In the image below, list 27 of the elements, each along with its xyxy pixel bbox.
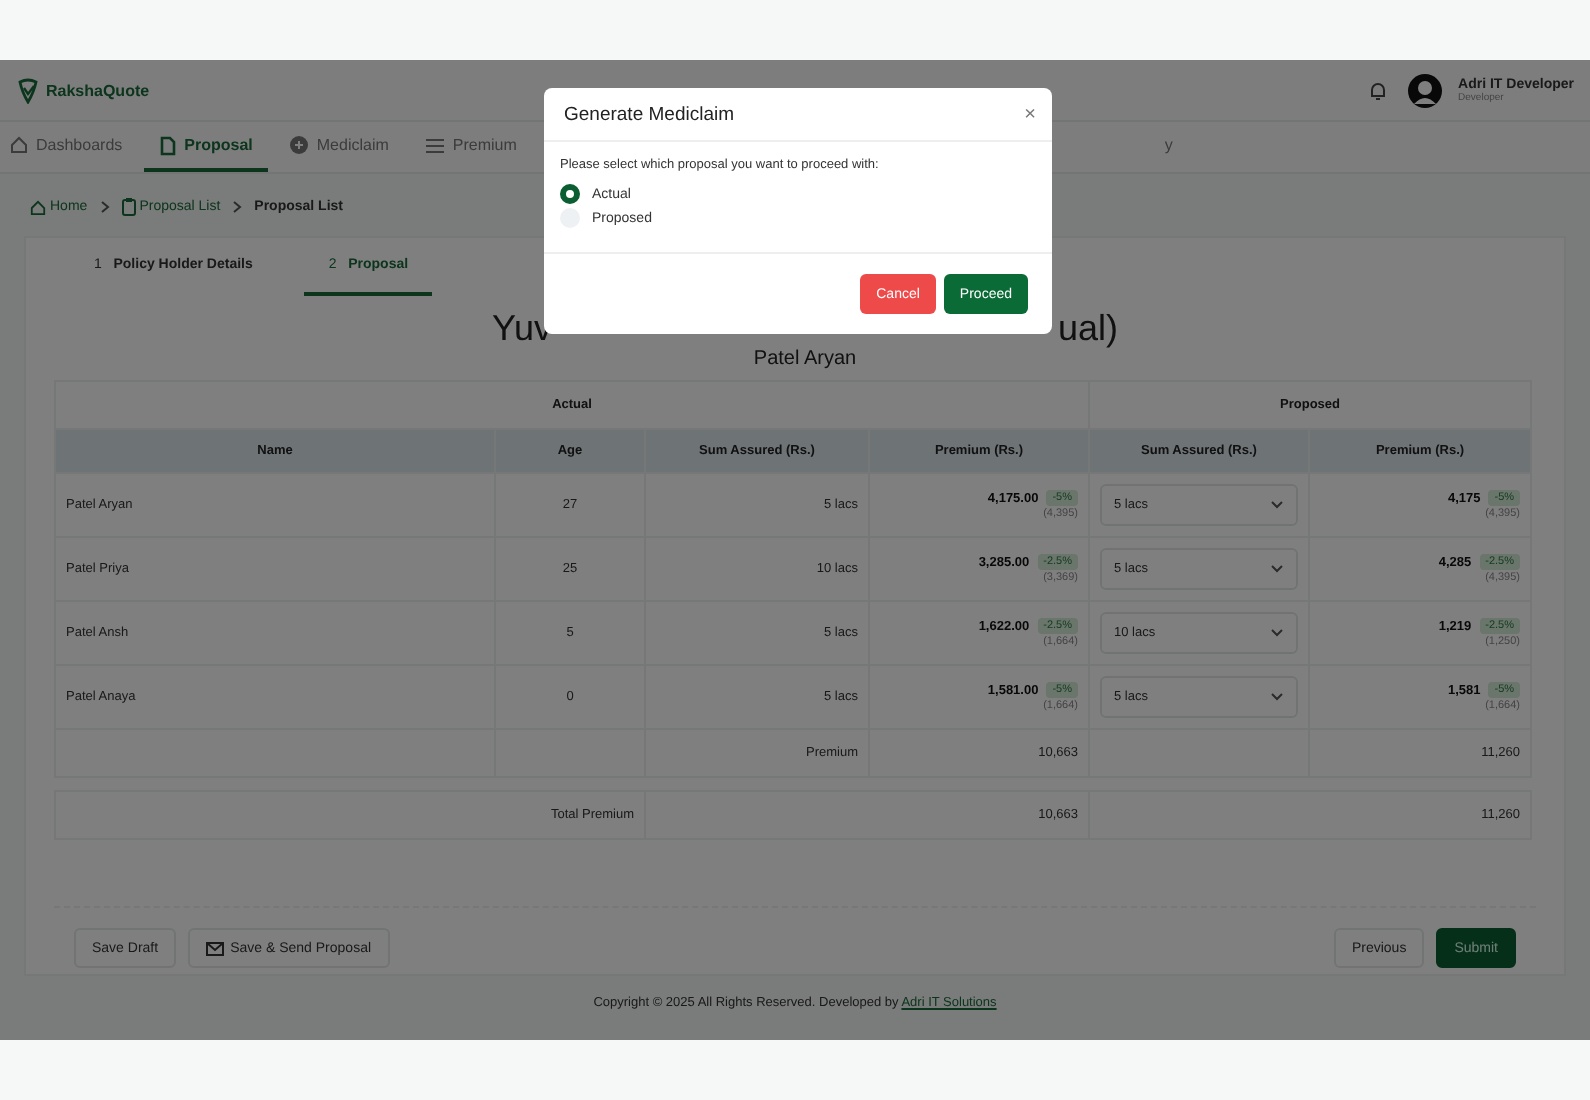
nav-tab[interactable]: Mediclaim	[274, 122, 405, 172]
plus-circle-icon	[290, 136, 309, 154]
radio-button[interactable]	[560, 184, 580, 204]
home-icon	[10, 136, 28, 154]
chevron-icon	[232, 200, 243, 214]
clipboard-icon	[121, 198, 136, 216]
chevron-icon	[99, 200, 110, 214]
menu-icon	[426, 137, 445, 153]
logo-icon	[16, 77, 40, 103]
dialog-title: Generate Mediclaim	[564, 103, 735, 125]
nav-tab[interactable]: y	[1148, 122, 1189, 172]
chevron-down-icon	[1270, 500, 1284, 510]
chevron-down-icon	[1270, 564, 1284, 574]
proposal-heading: ual)	[1058, 308, 1119, 348]
close-button[interactable]: ×	[1024, 103, 1036, 125]
chevron-down-icon	[1270, 628, 1284, 638]
avatar-icon[interactable]	[1408, 73, 1443, 107]
nav-tab[interactable]: Premium	[410, 122, 533, 172]
nav-tab[interactable]: Proposal	[144, 122, 269, 172]
home-icon	[30, 199, 46, 215]
nav-tab[interactable]: Dashboards	[10, 122, 139, 172]
brand-name[interactable]: RakshaQuote	[46, 81, 150, 99]
chevron-down-icon	[1270, 692, 1284, 702]
holder-name: Patel Aryan	[751, 348, 859, 370]
bell-icon[interactable]	[1368, 79, 1389, 101]
envelope-icon	[206, 941, 225, 955]
document-icon	[160, 135, 177, 155]
